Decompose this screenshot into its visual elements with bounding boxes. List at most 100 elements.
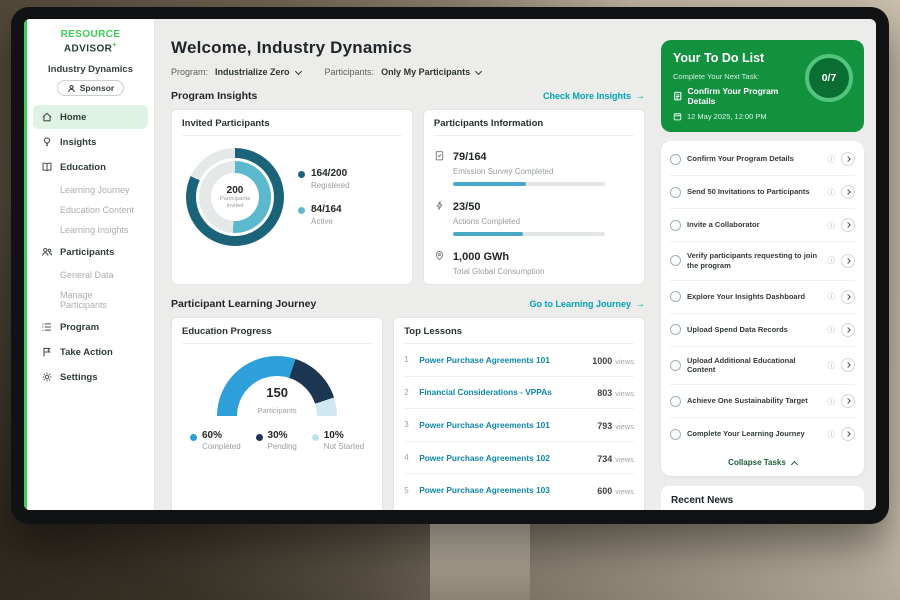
task-item[interactable]: Invite a Collaborator ⓘ bbox=[670, 209, 855, 242]
sidebar-item-learning-insights[interactable]: Learning Insights bbox=[33, 220, 148, 239]
task-item[interactable]: Verify participants requesting to join t… bbox=[670, 242, 855, 281]
sidebar-item-program[interactable]: Program bbox=[33, 315, 148, 339]
info-icon[interactable]: ⓘ bbox=[828, 220, 836, 231]
chevron-right-icon[interactable] bbox=[841, 254, 855, 268]
task-checkbox[interactable] bbox=[670, 360, 681, 371]
logo-plus: + bbox=[112, 40, 117, 49]
lesson-row: 1 Power Purchase Agreements 101 1000view… bbox=[404, 344, 634, 377]
chevron-right-icon[interactable] bbox=[841, 323, 855, 337]
check-more-insights-link[interactable]: Check More Insights → bbox=[543, 91, 645, 102]
chevron-right-icon[interactable] bbox=[841, 185, 855, 199]
donut-center-value: 200 bbox=[227, 185, 244, 196]
info-icon[interactable]: ⓘ bbox=[828, 291, 836, 302]
calendar-icon bbox=[673, 112, 682, 121]
lesson-link[interactable]: Power Purchase Agreements 103 bbox=[419, 485, 590, 495]
sidebar-item-label: Participants bbox=[60, 247, 114, 258]
task-checkbox[interactable] bbox=[670, 429, 681, 440]
arrow-right-icon: → bbox=[635, 299, 645, 310]
donut-inner-ring: 200 Participants Invited bbox=[199, 161, 271, 233]
task-item[interactable]: Explore Your Insights Dashboard ⓘ bbox=[670, 281, 855, 314]
sidebar-item-label: Program bbox=[60, 322, 99, 333]
location-pin-icon bbox=[434, 248, 445, 276]
flag-icon bbox=[40, 346, 53, 359]
task-checkbox[interactable] bbox=[670, 324, 681, 335]
legend-dot bbox=[298, 207, 305, 214]
program-dropdown[interactable]: Industrialize Zero bbox=[215, 67, 301, 77]
chevron-right-icon[interactable] bbox=[841, 394, 855, 408]
participants-dropdown[interactable]: Only My Participants bbox=[381, 67, 481, 77]
info-icon[interactable]: ⓘ bbox=[828, 396, 836, 407]
task-item[interactable]: Confirm Your Program Details ⓘ bbox=[670, 143, 855, 176]
org-name: Industry Dynamics bbox=[33, 64, 148, 75]
lightning-icon bbox=[434, 198, 445, 236]
participants-filter-label: Participants: bbox=[325, 67, 375, 77]
sidebar-item-home[interactable]: Home bbox=[33, 105, 148, 129]
sidebar-item-education-content[interactable]: Education Content bbox=[33, 200, 148, 219]
chevron-right-icon[interactable] bbox=[841, 290, 855, 304]
chevron-right-icon[interactable] bbox=[841, 358, 855, 372]
education-progress-card: Education Progress 150 Participants 60 bbox=[171, 317, 383, 510]
program-insights-header: Program Insights Check More Insights → bbox=[171, 90, 645, 102]
info-icon[interactable]: ⓘ bbox=[828, 187, 836, 198]
sidebar-item-label: Manage Participants bbox=[60, 290, 141, 310]
survey-icon bbox=[434, 148, 445, 186]
task-checkbox[interactable] bbox=[670, 154, 681, 165]
info-icon[interactable]: ⓘ bbox=[828, 255, 836, 266]
sidebar-nav: Home Insights Education Learning Journey bbox=[33, 105, 148, 389]
card-title: Participants Information bbox=[434, 118, 634, 136]
page-title: Welcome, Industry Dynamics bbox=[171, 38, 645, 58]
todo-card: Your To Do List Complete Your Next Task:… bbox=[661, 40, 864, 132]
info-icon[interactable]: ⓘ bbox=[828, 429, 836, 440]
sidebar-item-manage-participants[interactable]: Manage Participants bbox=[33, 285, 148, 314]
emission-progress-bar bbox=[453, 182, 605, 186]
chevron-right-icon[interactable] bbox=[841, 427, 855, 441]
sidebar-item-settings[interactable]: Settings bbox=[33, 365, 148, 389]
lesson-row: 4 Power Purchase Agreements 102 734views bbox=[404, 442, 634, 475]
sidebar-item-participants[interactable]: Participants bbox=[33, 240, 148, 264]
legend-item-not-started: 10% Not Started bbox=[312, 430, 364, 451]
chevron-right-icon[interactable] bbox=[841, 218, 855, 232]
task-item[interactable]: Complete Your Learning Journey ⓘ bbox=[670, 418, 855, 450]
lesson-link[interactable]: Financial Considerations - VPPAs bbox=[419, 387, 590, 397]
todo-next-task[interactable]: Confirm Your Program Details bbox=[673, 86, 803, 106]
donut-legend: 164/200 Registered 84/164 Active bbox=[298, 168, 350, 226]
section-title: Program Insights bbox=[171, 90, 257, 102]
program-filter-label: Program: bbox=[171, 67, 208, 77]
lesson-link[interactable]: Power Purchase Agreements 101 bbox=[419, 355, 585, 365]
task-item[interactable]: Upload Additional Educational Content ⓘ bbox=[670, 347, 855, 386]
task-checkbox[interactable] bbox=[670, 396, 681, 407]
todo-due-date: 12 May 2025, 12:00 PM bbox=[673, 112, 852, 121]
lesson-row: 3 Power Purchase Agreements 101 793views bbox=[404, 409, 634, 442]
dashboard-screen: RESOURCE ADVISOR+ Industry Dynamics Spon… bbox=[24, 19, 876, 510]
todo-progress-ring: 0/7 bbox=[805, 54, 853, 102]
info-icon[interactable]: ⓘ bbox=[828, 324, 836, 335]
info-icon[interactable]: ⓘ bbox=[828, 154, 836, 165]
insights-cards-row: Invited Participants 200 Participants In… bbox=[171, 109, 645, 285]
sidebar-item-label: Education bbox=[60, 162, 106, 173]
sidebar-item-take-action[interactable]: Take Action bbox=[33, 340, 148, 364]
invited-participants-donut: 200 Participants Invited bbox=[186, 148, 284, 246]
info-icon[interactable]: ⓘ bbox=[828, 360, 836, 371]
task-checkbox[interactable] bbox=[670, 255, 681, 266]
sidebar-item-general-data[interactable]: General Data bbox=[33, 265, 148, 284]
task-item[interactable]: Achieve One Sustainability Target ⓘ bbox=[670, 385, 855, 418]
lesson-link[interactable]: Power Purchase Agreements 101 bbox=[419, 420, 590, 430]
task-checkbox[interactable] bbox=[670, 187, 681, 198]
chevron-right-icon[interactable] bbox=[841, 152, 855, 166]
lesson-link[interactable]: Power Purchase Agreements 102 bbox=[419, 453, 590, 463]
sidebar-item-insights[interactable]: Insights bbox=[33, 130, 148, 154]
task-checkbox[interactable] bbox=[670, 220, 681, 231]
education-progress-gauge: 150 Participants bbox=[217, 356, 337, 418]
sidebar-item-learning-journey[interactable]: Learning Journey bbox=[33, 180, 148, 199]
go-to-learning-journey-link[interactable]: Go to Learning Journey → bbox=[529, 299, 645, 310]
arrow-right-icon: → bbox=[635, 91, 645, 102]
sidebar-item-label: Home bbox=[60, 112, 86, 123]
sidebar-item-education[interactable]: Education bbox=[33, 155, 148, 179]
stat-emission-survey: 79/164 Emission Survey Completed bbox=[434, 147, 634, 186]
collapse-tasks-link[interactable]: Collapse Tasks bbox=[670, 450, 855, 471]
task-item[interactable]: Upload Spend Data Records ⓘ bbox=[670, 314, 855, 347]
task-item[interactable]: Send 50 Invitations to Participants ⓘ bbox=[670, 176, 855, 209]
task-checkbox[interactable] bbox=[670, 291, 681, 302]
sponsor-badge: Sponsor bbox=[57, 80, 124, 96]
card-title: Top Lessons bbox=[404, 326, 634, 344]
